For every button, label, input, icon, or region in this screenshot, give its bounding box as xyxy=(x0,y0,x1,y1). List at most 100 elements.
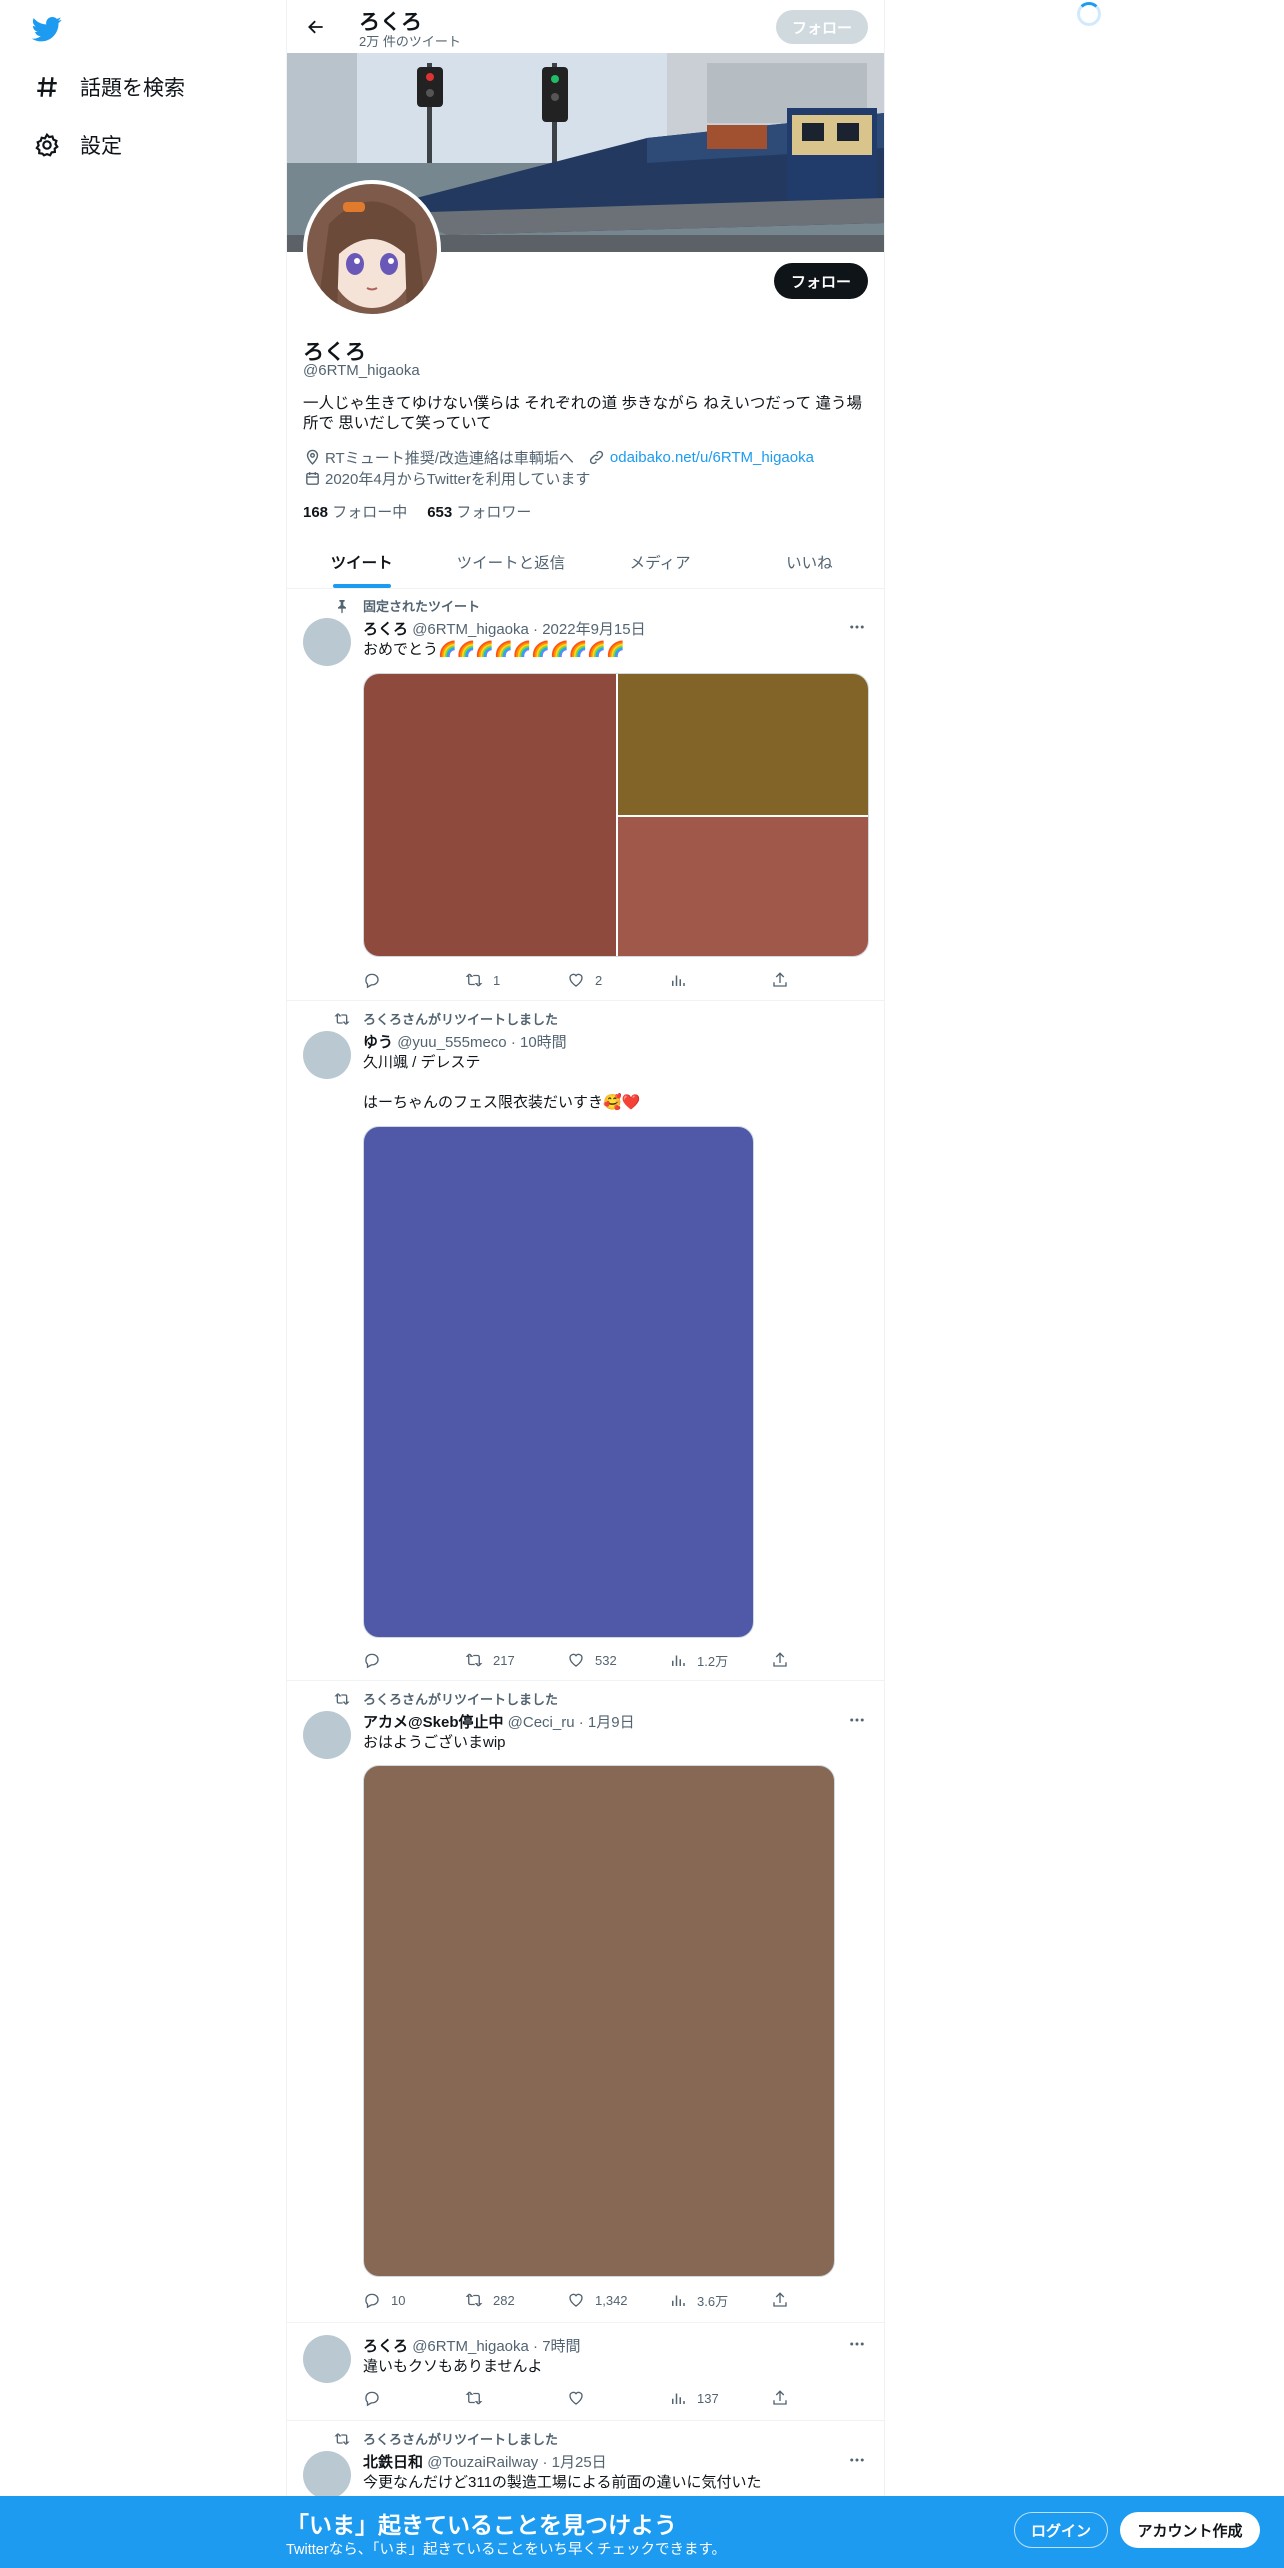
share-button[interactable] xyxy=(771,2289,793,2311)
retweet-icon xyxy=(333,2430,351,2448)
more-options-icon[interactable] xyxy=(846,616,868,638)
tweet-author-name[interactable]: ろくろ xyxy=(363,621,408,638)
avatar[interactable] xyxy=(303,1711,351,1759)
tweet-author-handle[interactable]: @Ceci_ru xyxy=(508,1714,575,1731)
tweet-author-name[interactable]: 北鉄日和 xyxy=(363,2454,423,2471)
signup-banner-title: 「いま」起きていることを見つけよう xyxy=(286,2512,677,2538)
nav-explore[interactable]: 話題を検索 xyxy=(32,69,185,105)
views-button[interactable]: 3.6万 xyxy=(669,2289,769,2311)
signup-banner: 「いま」起きていることを見つけよう Twitterなら、「いま」起きていることを… xyxy=(0,2496,1284,2568)
avatar[interactable] xyxy=(303,2451,351,2499)
tweet-actions: 10 282 1,342 3.6万 xyxy=(363,2289,793,2311)
tab-media[interactable]: メディア xyxy=(586,536,735,588)
retweet-icon xyxy=(465,2391,483,2405)
reply-button[interactable]: 10 xyxy=(363,2289,463,2311)
retweet-icon xyxy=(465,1653,483,1667)
tweet-image-2[interactable] xyxy=(618,674,868,815)
link-icon xyxy=(588,448,606,466)
like-button[interactable]: 1,342 xyxy=(567,2289,667,2311)
reply-icon xyxy=(365,973,379,989)
like-button[interactable] xyxy=(567,2387,667,2409)
tweet-author-name[interactable]: アカメ@Skeb停止中 xyxy=(363,1714,503,1731)
like-button[interactable]: 532 xyxy=(567,1649,667,1671)
share-icon xyxy=(773,1652,787,1667)
calendar-icon xyxy=(303,469,321,487)
loading-spinner-icon xyxy=(1077,2,1101,26)
tweet-author-handle[interactable]: @TouzaiRailway xyxy=(427,2454,538,2471)
reply-button[interactable] xyxy=(363,1649,463,1671)
views-button[interactable]: 137 xyxy=(669,2387,769,2409)
profile-website-link[interactable]: odaibako.net/u/6RTM_higaoka xyxy=(610,449,814,466)
tweet-image-1[interactable] xyxy=(364,674,616,956)
tweet-actions: 1 2 xyxy=(363,969,793,991)
twitter-bird-icon[interactable] xyxy=(30,14,66,44)
tweet-time[interactable]: 2022年9月15日 xyxy=(542,621,645,638)
tab-likes[interactable]: いいね xyxy=(735,536,884,588)
tweet-time[interactable]: 1月9日 xyxy=(588,1714,635,1731)
heart-icon xyxy=(569,1653,583,1667)
tweet-context: ろくろさんがリツイートしました xyxy=(333,2429,558,2448)
retweet-button[interactable] xyxy=(465,2387,565,2409)
tweet-image[interactable] xyxy=(363,1126,754,1638)
avatar[interactable] xyxy=(303,618,351,666)
share-button[interactable] xyxy=(771,969,793,991)
share-button[interactable] xyxy=(771,1649,793,1671)
views-chart-icon xyxy=(672,975,685,986)
avatar[interactable] xyxy=(303,2335,351,2383)
tweet[interactable]: 固定されたツイート ろくろ @6RTM_higaoka · 2022年9月15日… xyxy=(287,589,884,1001)
retweet-button[interactable]: 1 xyxy=(465,969,565,991)
retweet-button[interactable]: 217 xyxy=(465,1649,565,1671)
tweet-time[interactable]: 1月25日 xyxy=(552,2454,607,2471)
tweet-author-handle[interactable]: @6RTM_higaoka xyxy=(412,621,529,638)
tweet[interactable]: ろくろ @6RTM_higaoka · 7時間 違いもクソもありませんよ 137 xyxy=(287,2323,884,2421)
retweet-button[interactable]: 282 xyxy=(465,2289,565,2311)
tweet-header: ゆう @yuu_555meco · 10時間 xyxy=(363,1034,567,1051)
tweet-time[interactable]: 10時間 xyxy=(520,1034,567,1051)
tab-tweets[interactable]: ツイート xyxy=(287,536,436,588)
avatar[interactable] xyxy=(303,1031,351,1079)
tweet-media-grid xyxy=(363,673,869,957)
back-arrow-icon[interactable] xyxy=(301,12,331,42)
like-button[interactable]: 2 xyxy=(567,969,667,991)
share-button[interactable] xyxy=(771,2387,793,2409)
nav-explore-label: 話題を検索 xyxy=(80,77,185,100)
share-icon xyxy=(773,2292,787,2307)
tweet[interactable]: ろくろさんがリツイートしました アカメ@Skeb停止中 @Ceci_ru · 1… xyxy=(287,1681,884,2323)
tweet-header: ろくろ @6RTM_higaoka · 2022年9月15日 xyxy=(363,621,646,638)
header-follow-button[interactable]: フォロー xyxy=(776,10,868,44)
follow-stats: 168 フォロー中 653 フォロワー xyxy=(303,501,531,522)
create-account-button[interactable]: アカウント作成 xyxy=(1120,2512,1260,2548)
share-icon xyxy=(773,972,787,987)
followers-link[interactable]: 653 フォロワー xyxy=(427,501,531,522)
tweet-author-name[interactable]: ろくろ xyxy=(363,2338,408,2355)
tweet-author-handle[interactable]: @6RTM_higaoka xyxy=(412,2338,529,2355)
profile-location: RTミュート推奨/改造連絡は車輌垢へ xyxy=(325,449,574,467)
views-button[interactable] xyxy=(669,969,769,991)
tweet-text: おはようございまwip xyxy=(363,1734,506,1751)
tweet-author-handle[interactable]: @yuu_555meco xyxy=(397,1034,506,1051)
tweet-author-name[interactable]: ゆう xyxy=(363,1034,393,1051)
reply-icon xyxy=(365,2293,379,2309)
tweet-image[interactable] xyxy=(363,1765,835,2277)
login-button[interactable]: ログイン xyxy=(1014,2512,1108,2548)
tweet[interactable]: ろくろさんがリツイートしました ゆう @yuu_555meco · 10時間 久… xyxy=(287,1001,884,1681)
views-button[interactable]: 1.2万 xyxy=(669,1649,769,1671)
reply-button[interactable] xyxy=(363,2387,463,2409)
tweet-text: 今更なんだけど311の製造工場による前面の違いに気付いた xyxy=(363,2474,762,2491)
reply-icon xyxy=(365,2391,379,2407)
views-chart-icon xyxy=(672,2393,685,2404)
profile-tabs: ツイート ツイートと返信 メディア いいね xyxy=(287,536,884,589)
more-options-icon[interactable] xyxy=(846,2449,868,2471)
header-tweet-count: 2万 件のツイート xyxy=(359,34,461,49)
nav-settings[interactable]: 設定 xyxy=(32,127,122,163)
follow-button[interactable]: フォロー xyxy=(774,263,868,299)
profile-avatar[interactable] xyxy=(303,180,441,318)
reply-button[interactable] xyxy=(363,969,463,991)
following-link[interactable]: 168 フォロー中 xyxy=(303,501,407,522)
tweet-time[interactable]: 7時間 xyxy=(542,2338,580,2355)
retweet-icon xyxy=(465,2293,483,2307)
more-options-icon[interactable] xyxy=(846,2333,868,2355)
tweet-image-3[interactable] xyxy=(618,817,868,956)
more-options-icon[interactable] xyxy=(846,1709,868,1731)
tab-tweets-and-replies[interactable]: ツイートと返信 xyxy=(436,536,585,588)
